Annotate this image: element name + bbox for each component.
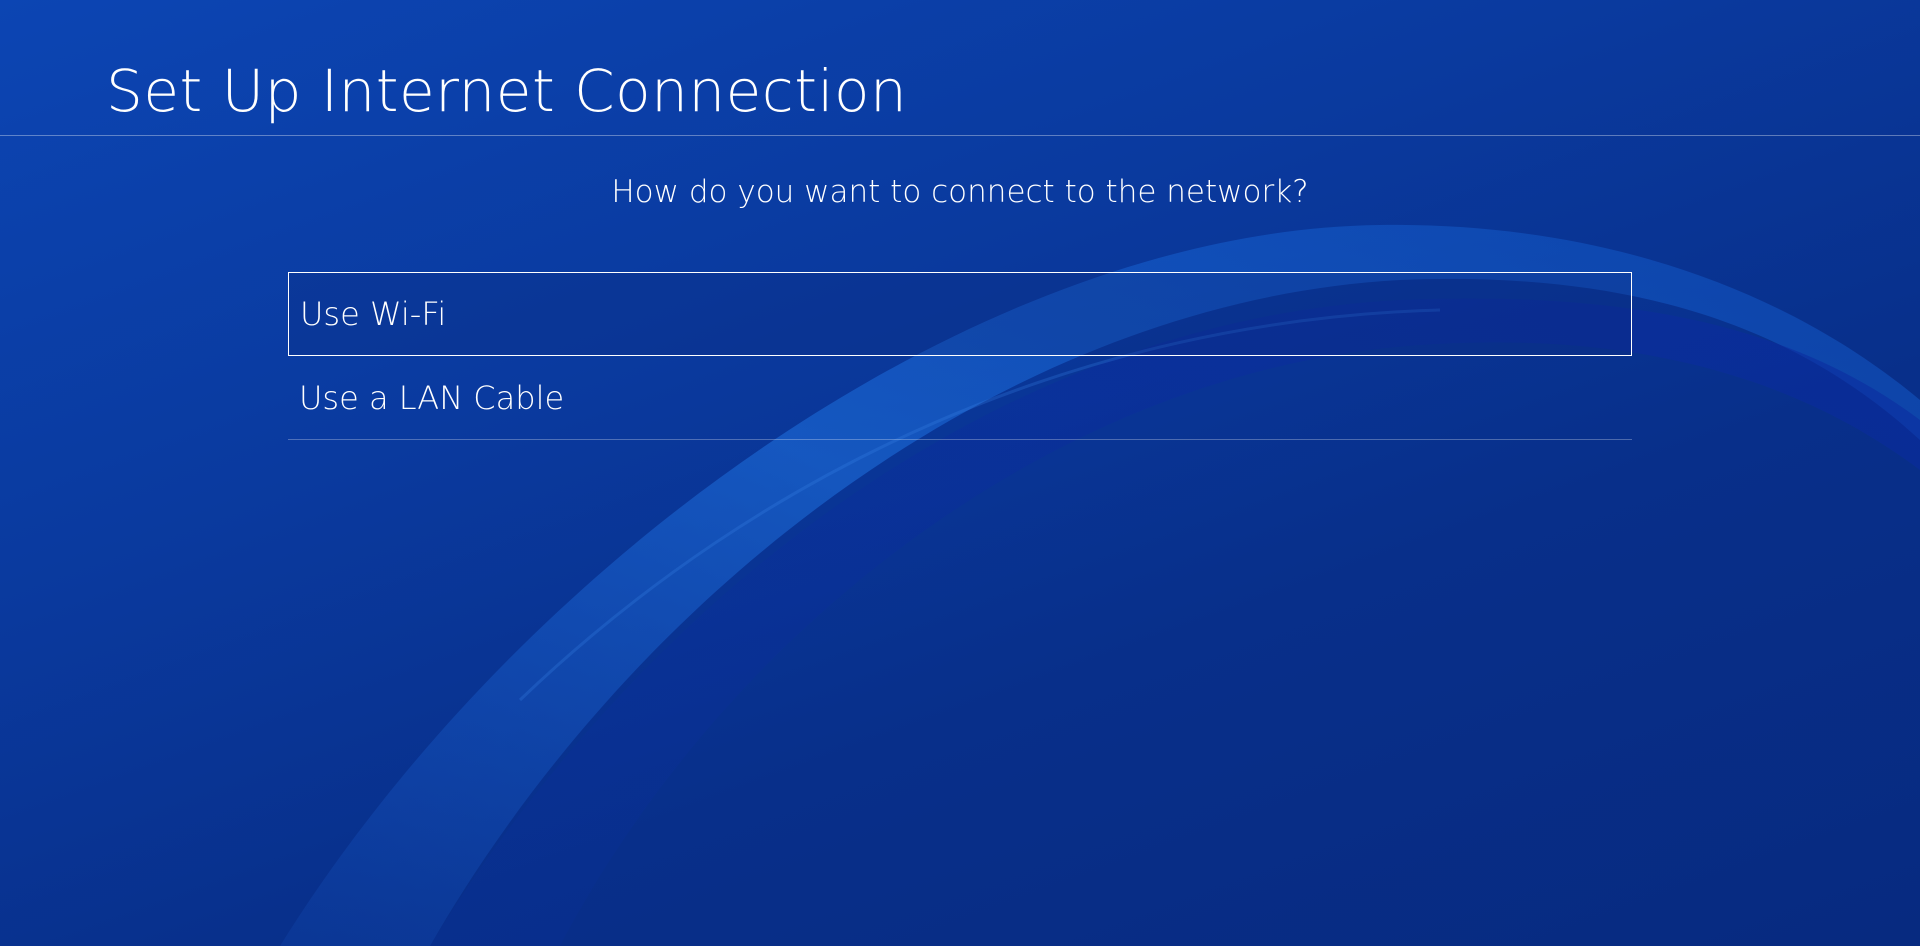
option-use-wifi[interactable]: Use Wi-Fi [288, 272, 1632, 356]
header-divider [0, 135, 1920, 136]
option-label: Use Wi-Fi [300, 295, 447, 333]
connection-options-list: Use Wi-Fi Use a LAN Cable [288, 272, 1632, 440]
option-label: Use a LAN Cable [299, 378, 565, 417]
option-use-lan-cable[interactable]: Use a LAN Cable [288, 356, 1632, 440]
background-wave-graphic [280, 224, 1920, 946]
page-title: Set Up Internet Connection [106, 57, 908, 125]
connection-prompt: How do you want to connect to the networ… [611, 174, 1309, 210]
